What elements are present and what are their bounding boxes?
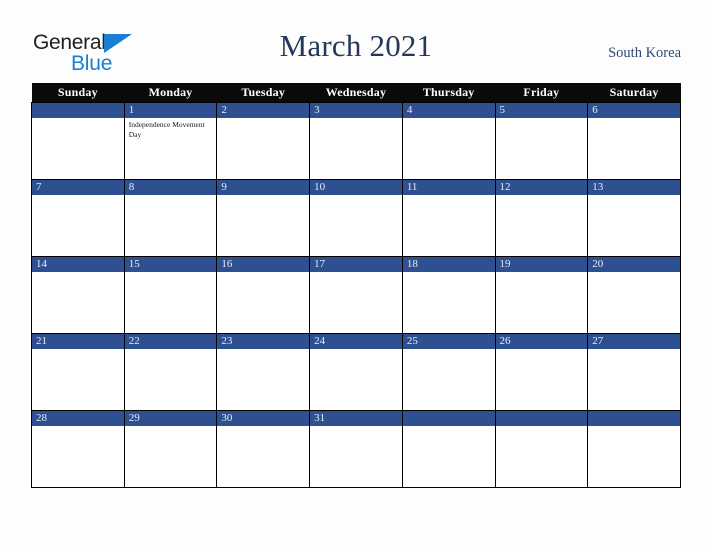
day-events: Independence Movement Day <box>125 118 217 139</box>
day-number <box>32 103 124 118</box>
day-number: 28 <box>32 411 124 426</box>
calendar-table: Sunday Monday Tuesday Wednesday Thursday… <box>31 83 681 488</box>
calendar-week-row: 28 29 30 31 <box>31 410 681 488</box>
calendar-day-cell[interactable]: 29 <box>123 410 218 488</box>
day-number: 6 <box>588 103 680 118</box>
day-number: 21 <box>32 334 124 349</box>
calendar-day-cell[interactable]: 15 <box>123 256 218 334</box>
calendar-day-cell[interactable]: 5 <box>494 102 589 180</box>
calendar-day-cell[interactable]: 24 <box>309 333 403 411</box>
day-number: 22 <box>124 334 217 349</box>
calendar-day-cell[interactable]: 6 <box>587 102 681 180</box>
day-number <box>495 411 588 426</box>
weekday-header-thursday: Thursday <box>402 83 496 103</box>
calendar-day-cell[interactable]: 22 <box>123 333 218 411</box>
calendar-day-cell[interactable]: 21 <box>31 333 125 411</box>
calendar-week-row: 21 22 23 24 25 26 27 <box>31 333 681 411</box>
day-number: 5 <box>495 103 588 118</box>
calendar-day-cell[interactable]: 13 <box>587 179 681 257</box>
calendar-week-row: 7 8 9 10 11 12 13 <box>31 179 681 257</box>
day-number: 19 <box>495 257 588 272</box>
calendar-day-cell[interactable]: 25 <box>401 333 496 411</box>
day-number: 3 <box>310 103 402 118</box>
day-number: 25 <box>402 334 495 349</box>
day-number: 30 <box>217 411 310 426</box>
day-number: 9 <box>217 180 310 195</box>
day-number: 29 <box>124 411 217 426</box>
day-number: 20 <box>588 257 680 272</box>
calendar-week-row: 14 15 16 17 18 19 20 <box>31 256 681 334</box>
calendar-day-cell[interactable]: 7 <box>31 179 125 257</box>
calendar-body: 1 Independence Movement Day 2 3 4 5 6 7 8 9 10 11 12… <box>31 102 681 488</box>
calendar-day-cell[interactable]: 31 <box>309 410 403 488</box>
calendar-day-cell[interactable] <box>401 410 496 488</box>
day-number: 10 <box>310 180 402 195</box>
day-number: 14 <box>32 257 124 272</box>
day-number <box>402 411 495 426</box>
calendar-day-cell[interactable]: 2 <box>216 102 311 180</box>
day-number: 8 <box>124 180 217 195</box>
calendar-day-cell[interactable]: 23 <box>216 333 311 411</box>
calendar-day-cell[interactable]: 9 <box>216 179 311 257</box>
weekday-header-saturday: Saturday <box>587 83 681 103</box>
holiday-event: Independence Movement Day <box>128 120 205 139</box>
weekday-header-monday: Monday <box>124 83 217 103</box>
calendar-day-cell[interactable]: 27 <box>587 333 681 411</box>
calendar-day-cell[interactable]: 17 <box>309 256 403 334</box>
calendar-container: Sunday Monday Tuesday Wednesday Thursday… <box>31 83 681 488</box>
day-number: 13 <box>588 180 680 195</box>
day-number: 24 <box>310 334 402 349</box>
weekday-header-friday: Friday <box>495 83 588 103</box>
calendar-day-cell[interactable]: 16 <box>216 256 311 334</box>
calendar-day-cell[interactable]: 11 <box>401 179 496 257</box>
calendar-day-cell[interactable]: 1 Independence Movement Day <box>123 102 218 180</box>
page-header: General Blue March 2021 South Korea <box>0 0 712 83</box>
day-number: 26 <box>495 334 588 349</box>
page-title: March 2021 <box>279 28 433 63</box>
calendar-day-cell[interactable]: 19 <box>494 256 589 334</box>
day-number: 31 <box>310 411 402 426</box>
weekday-header-row: Sunday Monday Tuesday Wednesday Thursday… <box>31 83 681 103</box>
day-number: 1 <box>124 103 217 118</box>
day-number: 11 <box>402 180 495 195</box>
day-number: 17 <box>310 257 402 272</box>
day-number: 18 <box>402 257 495 272</box>
calendar-day-cell[interactable] <box>587 410 681 488</box>
calendar-day-cell[interactable]: 26 <box>494 333 589 411</box>
day-number: 16 <box>217 257 310 272</box>
calendar-day-cell[interactable]: 8 <box>123 179 218 257</box>
calendar-day-cell[interactable]: 20 <box>587 256 681 334</box>
calendar-day-cell[interactable]: 18 <box>401 256 496 334</box>
day-number: 2 <box>217 103 310 118</box>
day-number: 4 <box>402 103 495 118</box>
weekday-header-wednesday: Wednesday <box>309 83 403 103</box>
calendar-day-cell[interactable]: 3 <box>309 102 403 180</box>
calendar-week-row: 1 Independence Movement Day 2 3 4 5 6 <box>31 102 681 180</box>
weekday-header-tuesday: Tuesday <box>216 83 310 103</box>
day-number: 15 <box>124 257 217 272</box>
calendar-day-cell[interactable]: 28 <box>31 410 125 488</box>
calendar-day-cell[interactable]: 14 <box>31 256 125 334</box>
calendar-day-cell[interactable] <box>31 102 125 180</box>
calendar-day-cell[interactable]: 10 <box>309 179 403 257</box>
calendar-day-cell[interactable]: 4 <box>401 102 496 180</box>
day-number: 7 <box>32 180 124 195</box>
day-number: 23 <box>217 334 310 349</box>
day-number <box>588 411 680 426</box>
day-number: 27 <box>588 334 680 349</box>
calendar-day-cell[interactable]: 30 <box>216 410 311 488</box>
country-label: South Korea <box>608 45 681 61</box>
day-number: 12 <box>495 180 588 195</box>
calendar-day-cell[interactable]: 12 <box>494 179 589 257</box>
calendar-header-row-group: Sunday Monday Tuesday Wednesday Thursday… <box>31 83 681 103</box>
weekday-header-sunday: Sunday <box>31 83 125 103</box>
calendar-day-cell[interactable] <box>494 410 589 488</box>
